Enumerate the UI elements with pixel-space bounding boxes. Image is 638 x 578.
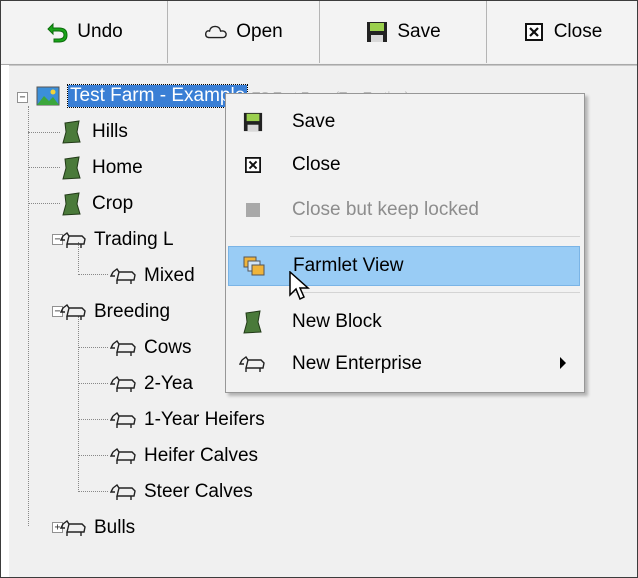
menu-item-label: Save — [292, 111, 336, 132]
menu-item-label: Close — [292, 154, 341, 175]
tree-guide-line — [78, 419, 108, 420]
mob-label: Steer Calves — [144, 481, 253, 502]
tree-item-mob[interactable]: Heifer Calves — [109, 442, 258, 470]
cow-icon — [59, 516, 89, 540]
open-label: Open — [236, 21, 283, 42]
tree-item-mob[interactable]: Steer Calves — [109, 478, 253, 506]
tree-guide-line — [78, 455, 108, 456]
farm-name-label: Test Farm - Example — [66, 84, 249, 108]
enterprise-label: Bulls — [94, 517, 136, 538]
cow-icon — [228, 354, 278, 374]
cow-icon — [109, 264, 139, 288]
menu-separator — [290, 292, 580, 293]
menu-item-label: New Enterprise — [292, 353, 422, 374]
mob-label: Heifer Calves — [144, 445, 259, 466]
save-label: Save — [397, 21, 441, 42]
tree-item-mob[interactable]: Mixed — [109, 262, 195, 290]
floppy-icon — [365, 20, 389, 44]
menu-item-farmlet-view[interactable]: Farmlet View — [228, 246, 580, 286]
enterprise-label: Breeding — [94, 301, 171, 322]
undo-button[interactable]: Undo — [1, 1, 168, 63]
save-button[interactable]: Save — [320, 1, 487, 63]
cow-icon — [109, 480, 139, 504]
mob-label: 1-Year Heifers — [144, 409, 265, 430]
block-icon — [57, 156, 87, 180]
menu-item-label: Close but keep locked — [292, 199, 479, 220]
mob-label: 2-Yea — [144, 373, 193, 394]
block-icon — [57, 120, 87, 144]
menu-item-close[interactable]: Close — [228, 145, 580, 185]
cow-icon — [109, 336, 139, 360]
block-label: Home — [92, 157, 143, 178]
tree-guide-line — [78, 347, 108, 348]
tree-guide-line — [28, 203, 60, 204]
block-label: Hills — [92, 121, 128, 142]
tree-guide-line — [78, 491, 108, 492]
tree-item-enterprise[interactable]: Bulls — [59, 514, 135, 542]
block-icon — [57, 192, 87, 216]
collapse-toggle[interactable]: − — [17, 92, 28, 103]
floppy-icon — [228, 112, 278, 132]
farm-picture-icon — [33, 84, 63, 108]
cow-icon — [59, 300, 89, 324]
close-label: Close — [553, 21, 603, 42]
app-window: Undo Open Save Close − − − + Test Farm -… — [0, 0, 638, 578]
close-box-icon — [522, 20, 546, 44]
tree-guide-line — [28, 132, 60, 133]
enterprise-label: Trading L — [94, 229, 174, 250]
tree-guide-line — [28, 167, 60, 168]
tree-item-block[interactable]: Hills — [57, 118, 128, 146]
menu-item-save[interactable]: Save — [228, 102, 580, 142]
gray-square-icon — [228, 202, 278, 218]
menu-item-new-block[interactable]: New Block — [228, 302, 580, 342]
cow-icon — [109, 444, 139, 468]
close-button[interactable]: Close — [487, 1, 637, 63]
tree-guide-line — [78, 316, 79, 490]
tree-guide-line — [28, 106, 29, 526]
tree-item-enterprise[interactable]: Breeding — [59, 298, 170, 326]
menu-item-new-enterprise[interactable]: New Enterprise — [228, 344, 580, 384]
open-button[interactable]: Open — [168, 1, 320, 63]
farmlet-view-icon — [229, 256, 279, 276]
toolbar: Undo Open Save Close — [1, 1, 637, 65]
tree-item-mob[interactable]: 2-Yea — [109, 370, 193, 398]
menu-item-close-keep-locked[interactable]: Close but keep locked — [228, 190, 580, 230]
tree-item-block[interactable]: Crop — [57, 190, 133, 218]
tree-item-enterprise[interactable]: Trading L — [59, 226, 174, 254]
menu-separator — [290, 236, 580, 237]
block-icon — [228, 309, 278, 335]
undo-icon — [45, 20, 69, 44]
tree-item-mob[interactable]: 1-Year Heifers — [109, 406, 265, 434]
close-box-icon — [228, 157, 278, 173]
mob-label: Mixed — [144, 265, 195, 286]
cow-icon — [109, 408, 139, 432]
cow-icon — [109, 372, 139, 396]
cloud-icon — [204, 20, 228, 44]
context-menu: Save Close Close but keep locked Farmlet… — [225, 93, 585, 393]
menu-item-label: New Block — [292, 311, 382, 332]
undo-label: Undo — [77, 21, 123, 42]
mouse-pointer-icon — [289, 270, 311, 309]
tree-guide-line — [78, 274, 108, 275]
cow-icon — [59, 228, 89, 252]
tree-guide-line — [78, 383, 108, 384]
submenu-arrow-icon — [560, 357, 566, 369]
tree-item-mob[interactable]: Cows — [109, 334, 192, 362]
mob-label: Cows — [144, 337, 192, 358]
block-label: Crop — [92, 193, 134, 214]
tree-item-block[interactable]: Home — [57, 154, 143, 182]
